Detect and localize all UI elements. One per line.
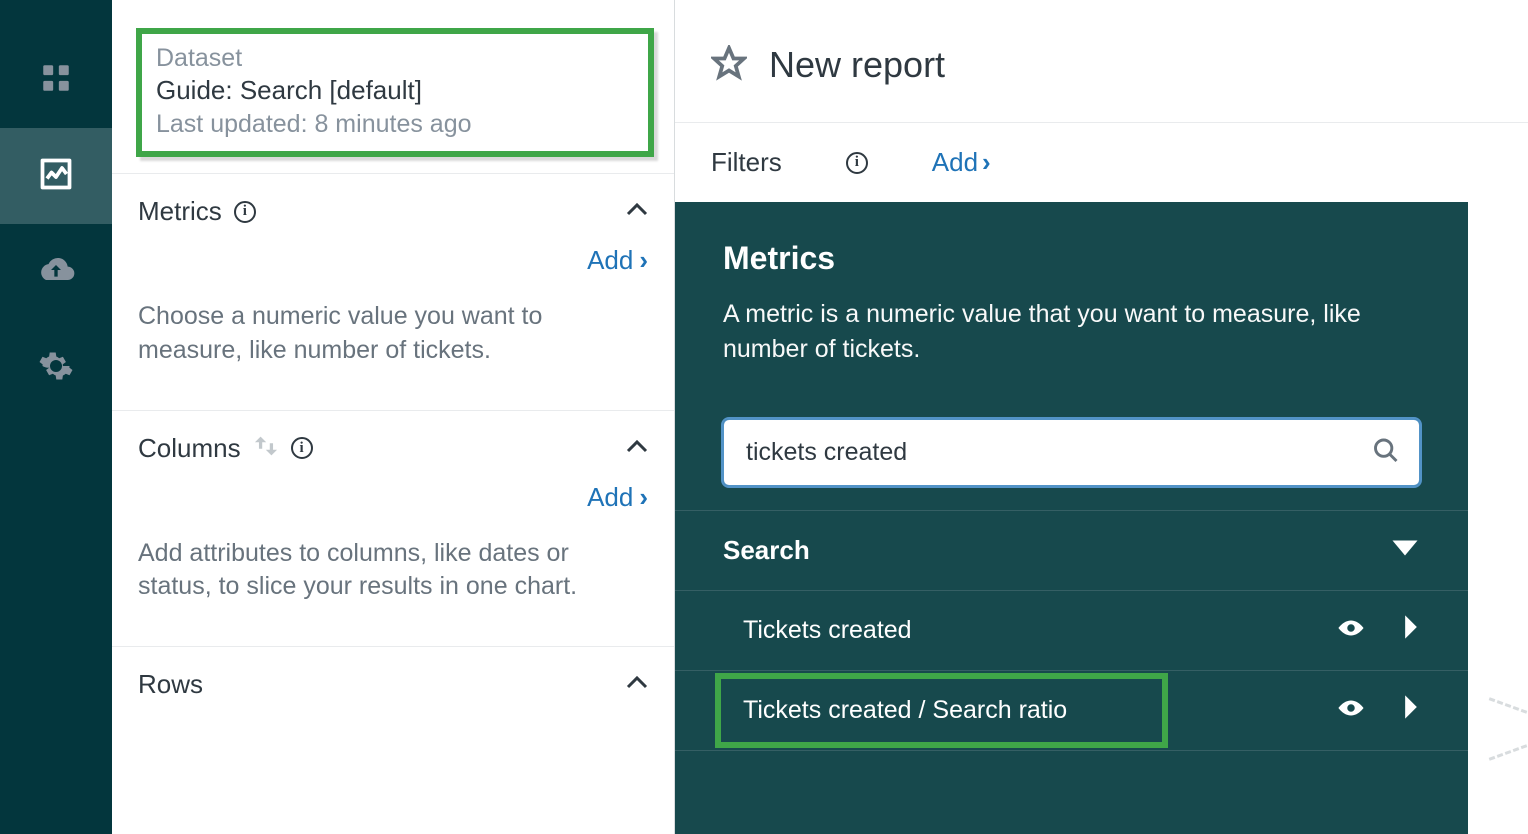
picker-item[interactable]: Tickets created / Search ratio (675, 671, 1468, 751)
decor-lines (1482, 704, 1528, 754)
dataset-header: Dataset Guide: Search [default] Last upd… (112, 0, 674, 174)
metrics-search-input[interactable] (723, 419, 1420, 486)
nav-dashboard[interactable] (0, 32, 112, 128)
chevron-right-icon (1402, 693, 1420, 728)
columns-description: Add attributes to columns, like dates or… (138, 537, 648, 605)
nav-rail (0, 0, 112, 834)
rows-header[interactable]: Rows (138, 669, 648, 700)
metrics-picker-panel: Metrics A metric is a numeric value that… (675, 202, 1468, 834)
dataset-box[interactable]: Dataset Guide: Search [default] Last upd… (136, 28, 654, 157)
metrics-add-link[interactable]: Add› (138, 245, 648, 276)
chevron-up-icon (626, 675, 648, 694)
report-title: New report (769, 44, 945, 86)
info-icon[interactable]: i (846, 152, 868, 174)
dashboard-icon (39, 61, 73, 100)
nav-upload[interactable] (0, 224, 112, 320)
metrics-description: Choose a numeric value you want to measu… (138, 300, 648, 368)
report-header: New report (675, 0, 1528, 123)
picker-group-label: Search (723, 535, 810, 566)
picker-description: A metric is a numeric value that you wan… (723, 297, 1420, 367)
nav-reports[interactable] (0, 128, 112, 224)
picker-group-search[interactable]: Search (675, 511, 1468, 591)
dataset-updated: Last updated: 8 minutes ago (156, 110, 634, 139)
picker-item-label: Tickets created / Search ratio (743, 696, 1067, 725)
add-label: Add (587, 482, 633, 512)
chevron-down-icon (1390, 538, 1420, 563)
columns-header[interactable]: Columns i (138, 433, 648, 464)
filters-add-link[interactable]: Add› (932, 147, 991, 178)
metrics-section: Metrics i Add› Choose a numeric value yo… (112, 174, 674, 411)
rows-title: Rows (138, 669, 203, 700)
metrics-header[interactable]: Metrics i (138, 196, 648, 227)
chevron-right-icon: › (982, 147, 991, 177)
chevron-right-icon (1402, 613, 1420, 648)
filters-row: Filters i Add› (675, 123, 1528, 202)
eye-icon[interactable] (1336, 696, 1366, 725)
picker-search (723, 419, 1420, 486)
picker-list: Search Tickets created Tickets create (675, 510, 1468, 751)
gear-icon (38, 348, 74, 389)
swap-icon[interactable] (253, 433, 279, 464)
chevron-up-icon (626, 439, 648, 458)
search-icon (1372, 436, 1400, 469)
picker-item[interactable]: Tickets created (675, 591, 1468, 671)
dataset-name: Guide: Search [default] (156, 75, 634, 106)
nav-settings[interactable] (0, 320, 112, 416)
filters-label: Filters (711, 147, 782, 178)
metrics-title: Metrics (138, 196, 222, 227)
config-panel: Dataset Guide: Search [default] Last upd… (112, 0, 675, 834)
chevron-up-icon (626, 202, 648, 221)
cloud-upload-icon (36, 250, 76, 295)
columns-section: Columns i Add› Add attributes to columns… (112, 411, 674, 648)
picker-title: Metrics (723, 240, 1420, 277)
info-icon[interactable]: i (291, 437, 313, 459)
chevron-right-icon: › (639, 482, 648, 512)
eye-icon[interactable] (1336, 616, 1366, 645)
star-icon[interactable] (711, 45, 747, 86)
add-label: Add (587, 245, 633, 275)
dataset-label: Dataset (156, 44, 634, 73)
columns-title: Columns (138, 433, 241, 464)
add-label: Add (932, 147, 978, 177)
main-area: New report Filters i Add› Metrics A metr… (675, 0, 1528, 834)
rows-section: Rows (112, 647, 674, 700)
columns-add-link[interactable]: Add› (138, 482, 648, 513)
chart-icon (38, 156, 74, 197)
info-icon[interactable]: i (234, 201, 256, 223)
chevron-right-icon: › (639, 245, 648, 275)
picker-item-label: Tickets created (743, 616, 912, 645)
